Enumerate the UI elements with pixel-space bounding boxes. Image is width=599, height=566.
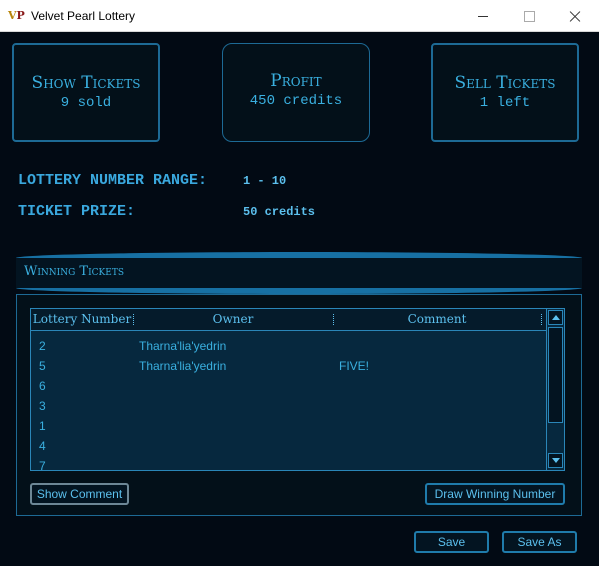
lottery-number-cell: 5 <box>39 359 46 373</box>
maximize-icon <box>524 11 535 22</box>
winning-tickets-header: Winning Tickets <box>16 252 582 294</box>
scroll-thumb[interactable] <box>548 327 563 423</box>
close-button[interactable] <box>552 0 598 32</box>
profit-amount: 450 credits <box>249 93 343 109</box>
winning-tickets-table[interactable]: Lottery Number Owner Comment 2 Tharna'lia… <box>30 308 565 473</box>
table-row[interactable]: 3 <box>31 397 546 417</box>
column-header-owner[interactable]: Owner <box>133 309 333 330</box>
table-row[interactable]: 1 <box>31 417 546 437</box>
lottery-number-cell: 6 <box>39 379 46 393</box>
range-value: 1 - 10 <box>243 174 287 188</box>
arrow-down-icon <box>552 458 560 463</box>
sell-tickets-button[interactable]: Sell Tickets 1 left <box>431 43 579 142</box>
minimize-icon <box>478 16 488 17</box>
show-comment-button[interactable]: Show Comment <box>30 483 129 505</box>
scroll-up-button[interactable] <box>548 310 563 325</box>
title-bar: VP Velvet Pearl Lottery <box>0 0 599 32</box>
column-header-comment[interactable]: Comment <box>333 309 541 330</box>
save-button[interactable]: Save <box>414 531 489 553</box>
maximize-button[interactable] <box>506 0 552 32</box>
lottery-number-cell: 7 <box>39 459 46 473</box>
prize-label: TICKET PRIZE: <box>18 203 136 220</box>
owner-cell: Tharna'lia'yedrin <box>139 359 227 373</box>
table-row[interactable]: 6 <box>31 377 546 397</box>
save-as-button[interactable]: Save As <box>502 531 577 553</box>
lottery-number-cell: 2 <box>39 339 46 353</box>
profit-panel: Profit 450 credits <box>222 43 370 142</box>
sell-tickets-title: Sell Tickets <box>454 73 556 93</box>
show-tickets-title: Show Tickets <box>31 73 141 93</box>
arrow-up-icon <box>552 315 560 320</box>
vertical-scrollbar[interactable] <box>546 309 564 470</box>
vp-logo-icon: VP <box>8 9 25 22</box>
table-header: Lottery Number Owner Comment <box>31 309 546 331</box>
lottery-number-cell: 4 <box>39 439 46 453</box>
draw-winning-number-button[interactable]: Draw Winning Number <box>425 483 565 505</box>
prize-value: 50 credits <box>243 205 316 219</box>
column-header-lottery-number[interactable]: Lottery Number <box>31 309 133 330</box>
lottery-number-cell: 3 <box>39 399 46 413</box>
table-row[interactable]: 5 Tharna'lia'yedrin FIVE! <box>31 357 546 377</box>
tickets-sold-count: 9 sold <box>60 95 112 111</box>
owner-cell: Tharna'lia'yedrin <box>139 339 227 353</box>
range-label: LOTTERY NUMBER RANGE: <box>18 172 208 189</box>
lottery-number-cell: 1 <box>39 419 46 433</box>
show-tickets-button[interactable]: Show Tickets 9 sold <box>12 43 160 142</box>
table-row[interactable]: 7 <box>31 457 546 477</box>
winning-tickets-title: Winning Tickets <box>24 264 124 279</box>
scroll-down-button[interactable] <box>548 453 563 468</box>
window-title: Velvet Pearl Lottery <box>31 9 136 23</box>
table-row[interactable]: 2 Tharna'lia'yedrin <box>31 337 546 357</box>
winning-tickets-panel: Lottery Number Owner Comment 2 Tharna'lia… <box>16 294 582 516</box>
tickets-left-count: 1 left <box>479 95 531 111</box>
minimize-button[interactable] <box>460 0 506 32</box>
profit-title: Profit <box>270 71 322 91</box>
table-row[interactable]: 4 <box>31 437 546 457</box>
comment-cell: FIVE! <box>339 359 370 373</box>
